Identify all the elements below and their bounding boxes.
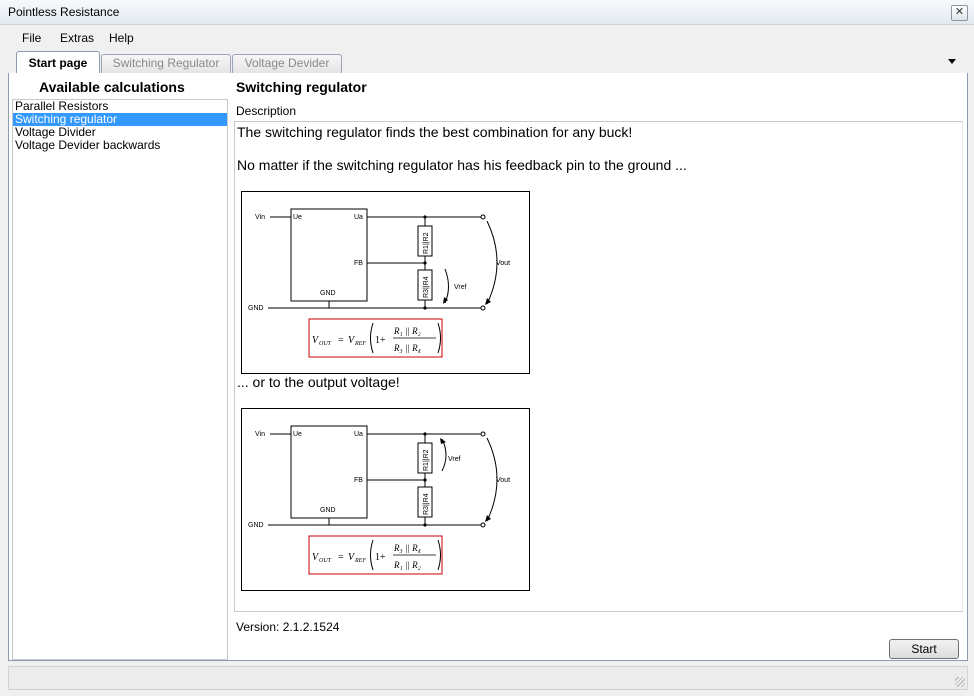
close-button[interactable]: ✕ bbox=[951, 5, 968, 21]
menu-extras[interactable]: Extras bbox=[60, 31, 94, 45]
label-ua: Ua bbox=[354, 214, 363, 221]
formula2-one-plus: 1+ bbox=[375, 552, 386, 563]
label-vin: Vin bbox=[255, 214, 265, 221]
label-vout: Vout bbox=[496, 260, 510, 267]
label-fb: FB bbox=[354, 260, 363, 267]
label-r1-r2: R1||R2 bbox=[423, 232, 430, 254]
description-box: The switching regulator finds the best c… bbox=[234, 121, 963, 612]
label-vref-2: Vref bbox=[448, 456, 461, 463]
formula2-lhs-sub: OUT bbox=[319, 558, 332, 564]
tab-strip: Start page Switching Regulator Voltage D… bbox=[8, 51, 966, 74]
label-vout-2: Vout bbox=[496, 477, 510, 484]
label-vin-2: Vin bbox=[255, 431, 265, 438]
formula2-equals: = bbox=[338, 552, 344, 563]
menu-help[interactable]: Help bbox=[109, 31, 134, 45]
formula1-vref-sub: REF bbox=[354, 341, 366, 347]
formula1-equals: = bbox=[338, 335, 344, 346]
list-item-voltage-devider-backwards[interactable]: Voltage Devider backwards bbox=[13, 139, 227, 152]
title-bar: Pointless Resistance ✕ bbox=[0, 0, 974, 25]
calculation-title: Switching regulator bbox=[236, 79, 367, 95]
label-fb-2: FB bbox=[354, 477, 363, 484]
formula2-vref-sub: REF bbox=[354, 558, 366, 564]
menu-bar: File Extras Help bbox=[0, 27, 974, 49]
formula1-one-plus: 1+ bbox=[375, 335, 386, 346]
status-bar bbox=[8, 666, 968, 690]
tab-start-page[interactable]: Start page bbox=[16, 51, 100, 74]
version-label: Version: 2.1.2.1524 bbox=[236, 620, 340, 634]
tab-list-dropdown-icon[interactable] bbox=[948, 59, 956, 64]
formula1-numerator: R₁ || R₂ bbox=[393, 326, 421, 336]
label-gnd-pin: GND bbox=[320, 290, 336, 297]
description-label: Description bbox=[236, 104, 297, 118]
formula2-numerator: R₃ || R₄ bbox=[393, 543, 421, 553]
tab-voltage-devider[interactable]: Voltage Devider bbox=[232, 54, 342, 73]
description-paragraph-2: No matter if the switching regulator has… bbox=[237, 157, 687, 173]
label-r1-r2-2: R1||R2 bbox=[423, 449, 430, 471]
label-ue: Ue bbox=[293, 214, 302, 221]
tab-switching-regulator[interactable]: Switching Regulator bbox=[101, 54, 231, 73]
calculations-list[interactable]: Parallel Resistors Switching regulator V… bbox=[12, 99, 228, 660]
label-gnd: GND bbox=[248, 305, 264, 312]
label-r3-r4-2: R3||R4 bbox=[423, 493, 430, 515]
calculations-heading: Available calculations bbox=[39, 79, 185, 95]
label-gnd-pin-2: GND bbox=[320, 507, 336, 514]
label-ue-2: Ue bbox=[293, 431, 302, 438]
circuit-diagram-feedback-ground: Vin Ue Ua FB GND R1||R2 R3||R4 GND Vout … bbox=[241, 191, 530, 374]
menu-file[interactable]: File bbox=[22, 31, 41, 45]
description-paragraph-3: ... or to the output voltage! bbox=[237, 374, 400, 390]
formula1-lhs-sub: OUT bbox=[319, 341, 332, 347]
resize-grip-icon[interactable] bbox=[955, 677, 965, 687]
start-button[interactable]: Start bbox=[889, 639, 959, 659]
label-gnd-2: GND bbox=[248, 522, 264, 529]
window-title: Pointless Resistance bbox=[8, 5, 120, 19]
description-paragraph-1: The switching regulator finds the best c… bbox=[237, 124, 633, 140]
formula1-denominator: R₃ || R₄ bbox=[393, 343, 421, 353]
circuit-diagram-feedback-output: Vin Ue Ua FB GND R1||R2 R3||R4 GND Vout … bbox=[241, 408, 530, 591]
label-r3-r4: R3||R4 bbox=[423, 276, 430, 298]
label-vref: Vref bbox=[454, 284, 467, 291]
label-ua-2: Ua bbox=[354, 431, 363, 438]
start-page-panel: Available calculations Parallel Resistor… bbox=[8, 73, 968, 661]
formula2-denominator: R₁ || R₂ bbox=[393, 560, 421, 570]
